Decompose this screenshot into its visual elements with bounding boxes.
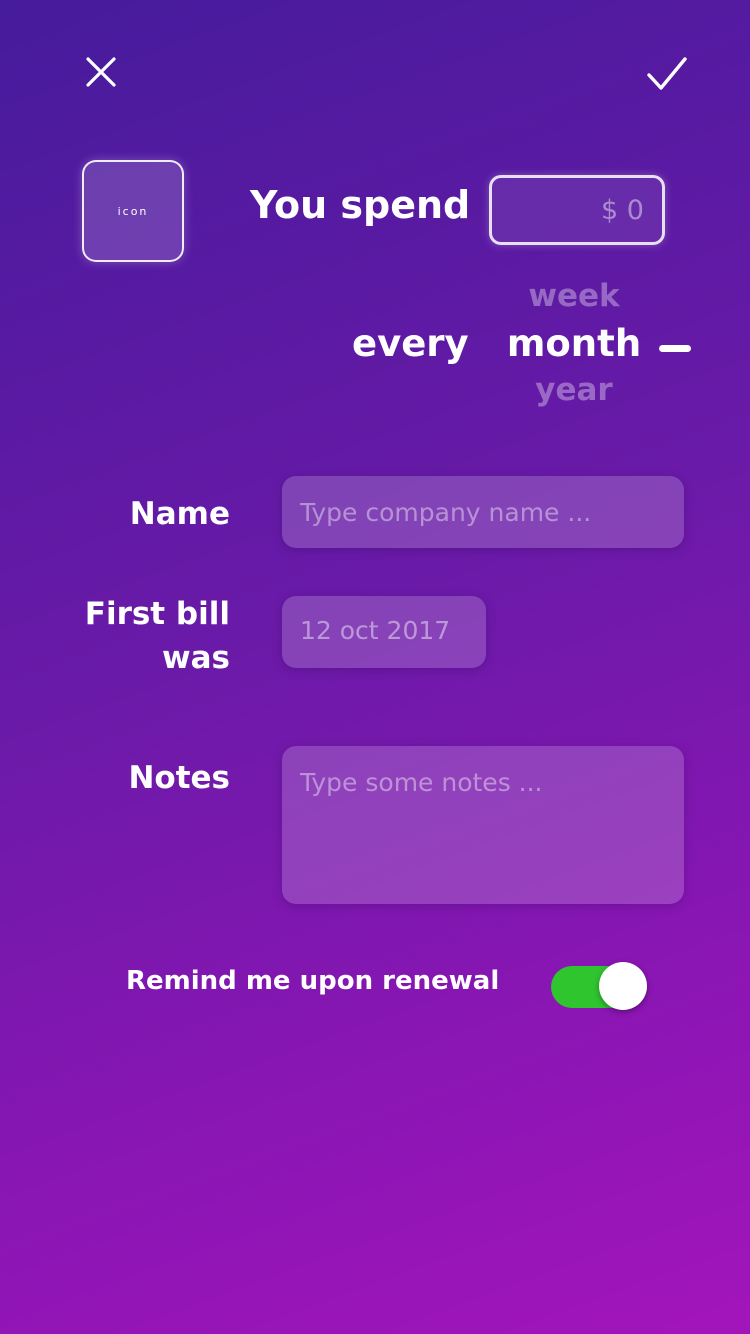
period-option-year[interactable]: year	[484, 372, 664, 408]
checkmark-icon	[647, 57, 687, 90]
close-icon	[86, 57, 116, 87]
close-button[interactable]	[77, 48, 125, 96]
confirm-button[interactable]	[643, 50, 691, 98]
name-field[interactable]	[282, 476, 684, 548]
first-bill-label: First bill was	[30, 592, 230, 680]
period-option-week[interactable]: week	[484, 278, 664, 314]
notes-textarea[interactable]	[282, 746, 684, 904]
remind-label: Remind me upon renewal	[126, 966, 500, 996]
remind-toggle[interactable]	[551, 962, 649, 1010]
subscription-icon-picker[interactable]: icon	[82, 160, 184, 262]
first-bill-date-value: 12 oct 2017	[300, 616, 451, 645]
every-label: every	[352, 322, 469, 365]
first-bill-date-field[interactable]: 12 oct 2017	[282, 596, 486, 668]
period-selection-indicator	[659, 345, 691, 352]
first-bill-label-line2: was	[161, 640, 230, 676]
first-bill-label-line1: First bill	[84, 596, 230, 632]
notes-field[interactable]	[282, 746, 684, 904]
notes-label: Notes	[128, 760, 230, 796]
company-name-input[interactable]	[282, 476, 684, 548]
amount-field[interactable]	[489, 175, 665, 245]
toggle-knob	[599, 962, 647, 1010]
spend-label: You spend	[250, 183, 471, 227]
name-label: Name	[129, 496, 230, 532]
period-option-month[interactable]: month	[484, 322, 664, 365]
icon-placeholder-label: icon	[117, 204, 149, 218]
amount-input[interactable]	[492, 178, 662, 242]
